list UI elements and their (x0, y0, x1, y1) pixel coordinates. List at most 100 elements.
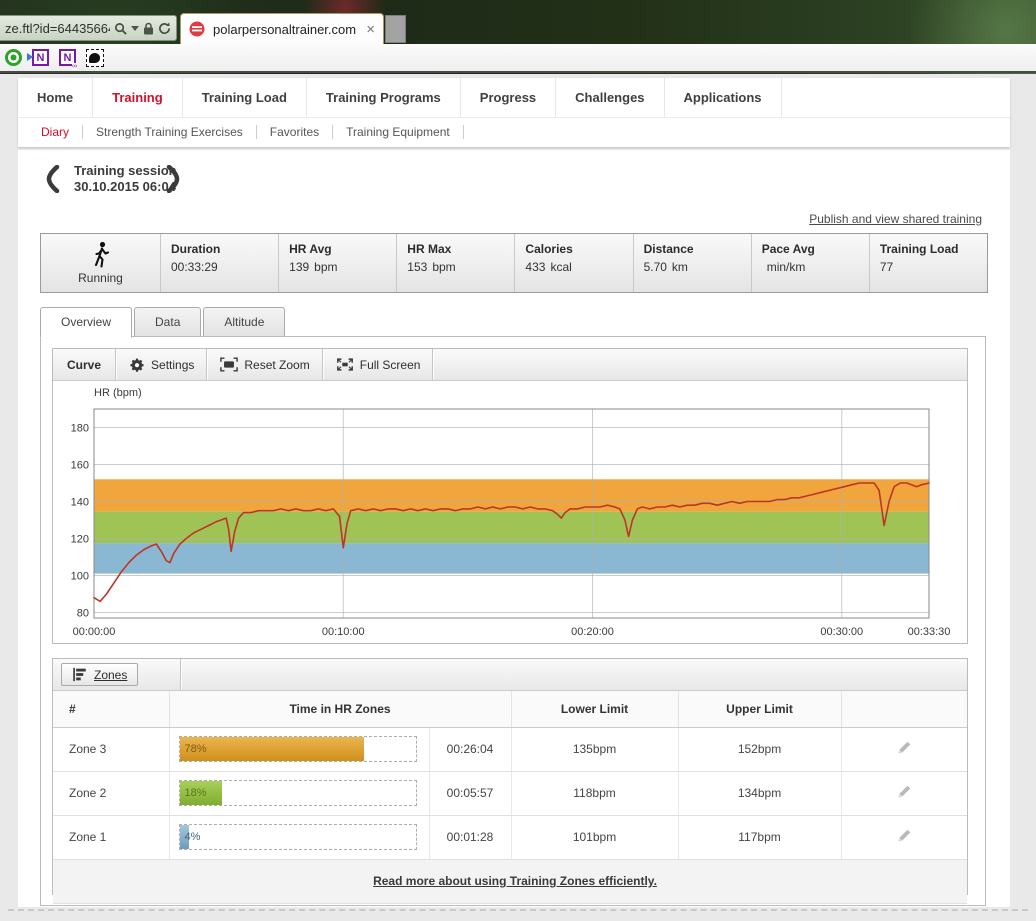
nav-item[interactable]: Training Load (183, 78, 307, 117)
screen: polarpersonaltrainer.com × ze.ftl?id=644… (0, 0, 1036, 921)
stat-cell: Pace Avg min/km (752, 234, 870, 292)
hr-chart[interactable]: 80 100 120 140 160 180 00:00:00 00:10:00 00:20:0… (53, 381, 969, 644)
zone-row: Zone 2 18% 00:05:57 118bpm 134bpm (53, 771, 968, 816)
col-header-edit (841, 691, 968, 728)
search-icon[interactable] (114, 22, 127, 35)
stat-value: 153 bpm (407, 260, 456, 274)
polar-favicon-icon (189, 21, 205, 37)
zone-upper-limit: 134bpm (678, 771, 842, 816)
reset-zoom-icon (220, 357, 239, 372)
stat-label: Calories (525, 242, 573, 256)
zone-name: Zone 3 (53, 727, 170, 772)
svg-text:HR (bpm): HR (bpm) (94, 387, 142, 399)
svg-text:00:30:00: 00:30:00 (820, 626, 863, 638)
edit-pencil-icon[interactable] (895, 827, 913, 845)
stat-label: Training Load (879, 242, 959, 256)
onenote-link-icon[interactable]: N ∞ (58, 48, 77, 70)
svg-text:120: 120 (71, 533, 89, 545)
stat-label: HR Avg (289, 242, 332, 256)
zones-footer-row: Read more about using Training Zones eff… (53, 859, 968, 904)
svg-text:140: 140 (71, 496, 89, 508)
stat-cell: HR Avg 139 bpm (279, 234, 398, 292)
stat-label: Duration (171, 242, 221, 256)
zone-bar-cell: 78% (169, 727, 430, 772)
zone-bar-cell: 18% (169, 771, 430, 816)
hr-curve-panel: Curve Settings Reset Zoom Full Screen 80… (52, 348, 968, 644)
nav-item[interactable]: Training (93, 78, 183, 117)
reset-zoom-button[interactable]: Reset Zoom (208, 349, 321, 380)
zone-edit-cell (841, 771, 968, 816)
refresh-icon[interactable] (158, 21, 171, 35)
stat-value: 139 bpm (289, 260, 338, 274)
session-datetime: 30.10.2015 06:04 (74, 179, 176, 194)
nav-item[interactable]: Progress (461, 78, 557, 117)
full-screen-button[interactable]: Full Screen (324, 349, 433, 380)
green-ring-icon[interactable] (4, 48, 23, 67)
gear-icon (130, 358, 144, 372)
previous-session-chevron-icon[interactable] (44, 165, 60, 193)
zones-toolbar: Zones (53, 659, 967, 691)
zone-upper-limit: 152bpm (678, 727, 842, 772)
nav-item[interactable]: Home (18, 78, 94, 117)
edit-pencil-icon[interactable] (895, 739, 913, 757)
full-screen-icon (336, 358, 353, 371)
zones-bars-icon (73, 667, 86, 682)
subnav-item[interactable]: Favorites (257, 125, 334, 139)
tab-close-icon[interactable]: × (366, 22, 375, 37)
hr-zones-panel: Zones # Time in HR Zones Lower Limit Upp… (52, 658, 968, 904)
stats-cells: Duration 00:33:29 HR Avg 139 bpm HR Max 1… (161, 234, 987, 292)
stat-label: Distance (643, 242, 694, 256)
view-tab[interactable]: Data (134, 307, 202, 337)
main-nav: Home Training Training Load Training Progra… (18, 78, 1010, 118)
subnav-item[interactable]: Diary (28, 125, 84, 139)
col-header-time-in-zones: Time in HR Zones (169, 691, 512, 728)
view-tabs: Overview Data Altitude (40, 307, 286, 338)
zone-bar-track: 18% (178, 780, 417, 806)
chevron-down-icon[interactable] (131, 25, 139, 31)
tab-title: polarpersonaltrainer.com (213, 21, 357, 37)
next-session-chevron-icon[interactable] (166, 165, 182, 193)
view-tab[interactable]: Overview (40, 307, 133, 338)
training-session-page: Training session 30.10.2015 06:04 Publis… (18, 150, 1010, 907)
col-header-lower-limit: Lower Limit (511, 691, 679, 728)
onenote-send-icon[interactable]: N (27, 48, 50, 67)
svg-text:00:33:30: 00:33:30 (908, 626, 951, 638)
zones-button[interactable]: Zones (61, 663, 139, 686)
browser-tab[interactable]: polarpersonaltrainer.com × (180, 13, 384, 44)
nav-item[interactable]: Applications (665, 78, 782, 117)
zone-time: 00:26:04 (429, 727, 512, 772)
new-tab-stub[interactable] (385, 15, 406, 43)
zone-bar-track: 4% (178, 824, 417, 850)
nav-item[interactable]: Training Programs (307, 78, 461, 117)
url-text[interactable]: ze.ftl?id=6443566448 (5, 21, 110, 36)
zone-lower-limit: 101bpm (511, 815, 679, 860)
nav-item[interactable]: Challenges (556, 78, 665, 117)
publish-shared-training-link[interactable]: Publish and view shared training (809, 212, 982, 226)
zone-name: Zone 2 (53, 771, 170, 816)
view-tab[interactable]: Altitude (203, 307, 286, 337)
zone-row: Zone 3 78% 00:26:04 135bpm 152bpm (53, 727, 968, 772)
zone-bar-fill (179, 737, 364, 761)
running-person-icon (94, 241, 109, 268)
zone-percent-label: 18% (184, 787, 207, 799)
zone-lower-limit: 135bpm (511, 727, 679, 772)
training-zones-info-link[interactable]: Read more about using Training Zones eff… (373, 874, 657, 888)
stat-cell: Training Load 77 (870, 234, 987, 292)
subnav-item[interactable]: Training Equipment (333, 125, 464, 139)
stat-value: min/km (766, 260, 806, 274)
address-bar[interactable]: ze.ftl?id=6443566448 (0, 15, 177, 41)
col-header-num: # (53, 691, 170, 728)
svg-text:00:00:00: 00:00:00 (73, 626, 116, 638)
stat-value: 433 kcal (525, 260, 572, 274)
svg-text:100: 100 (71, 570, 89, 582)
subnav-item[interactable]: Strength Training Exercises (83, 125, 257, 139)
edit-pencil-icon[interactable] (895, 783, 913, 801)
zone-edit-cell (841, 727, 968, 772)
evernote-clipper-icon[interactable] (85, 48, 104, 67)
sport-cell: Running (41, 234, 161, 292)
settings-button[interactable]: Settings (117, 349, 206, 380)
lock-icon (144, 22, 153, 34)
svg-text:160: 160 (71, 459, 89, 471)
sport-label: Running (78, 271, 123, 285)
page-bottom-separator (8, 909, 1028, 911)
